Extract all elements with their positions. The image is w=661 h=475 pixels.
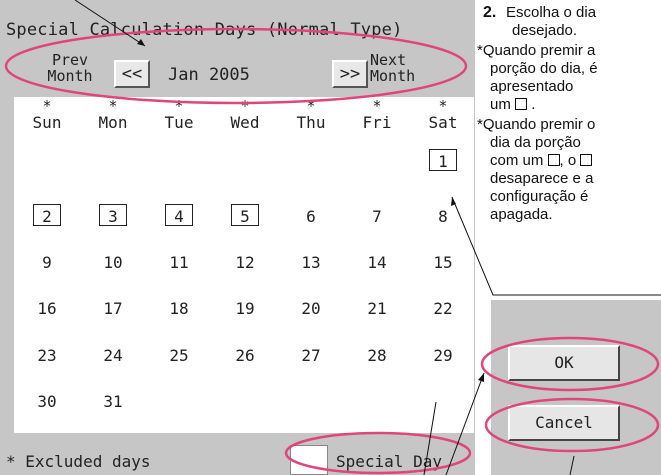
leader-line-cancel [569, 455, 575, 475]
leader-line-special [423, 401, 437, 475]
special-day-highlight-ellipse [284, 431, 472, 475]
annotation-overlay [4, 0, 661, 475]
arrow-head [478, 373, 484, 382]
ok-highlight-ellipse [480, 336, 660, 392]
leader-line-day [451, 196, 661, 296]
cancel-highlight-ellipse [484, 397, 660, 453]
arrow-head [137, 39, 145, 46]
nav-highlight-ellipse [4, 27, 468, 105]
